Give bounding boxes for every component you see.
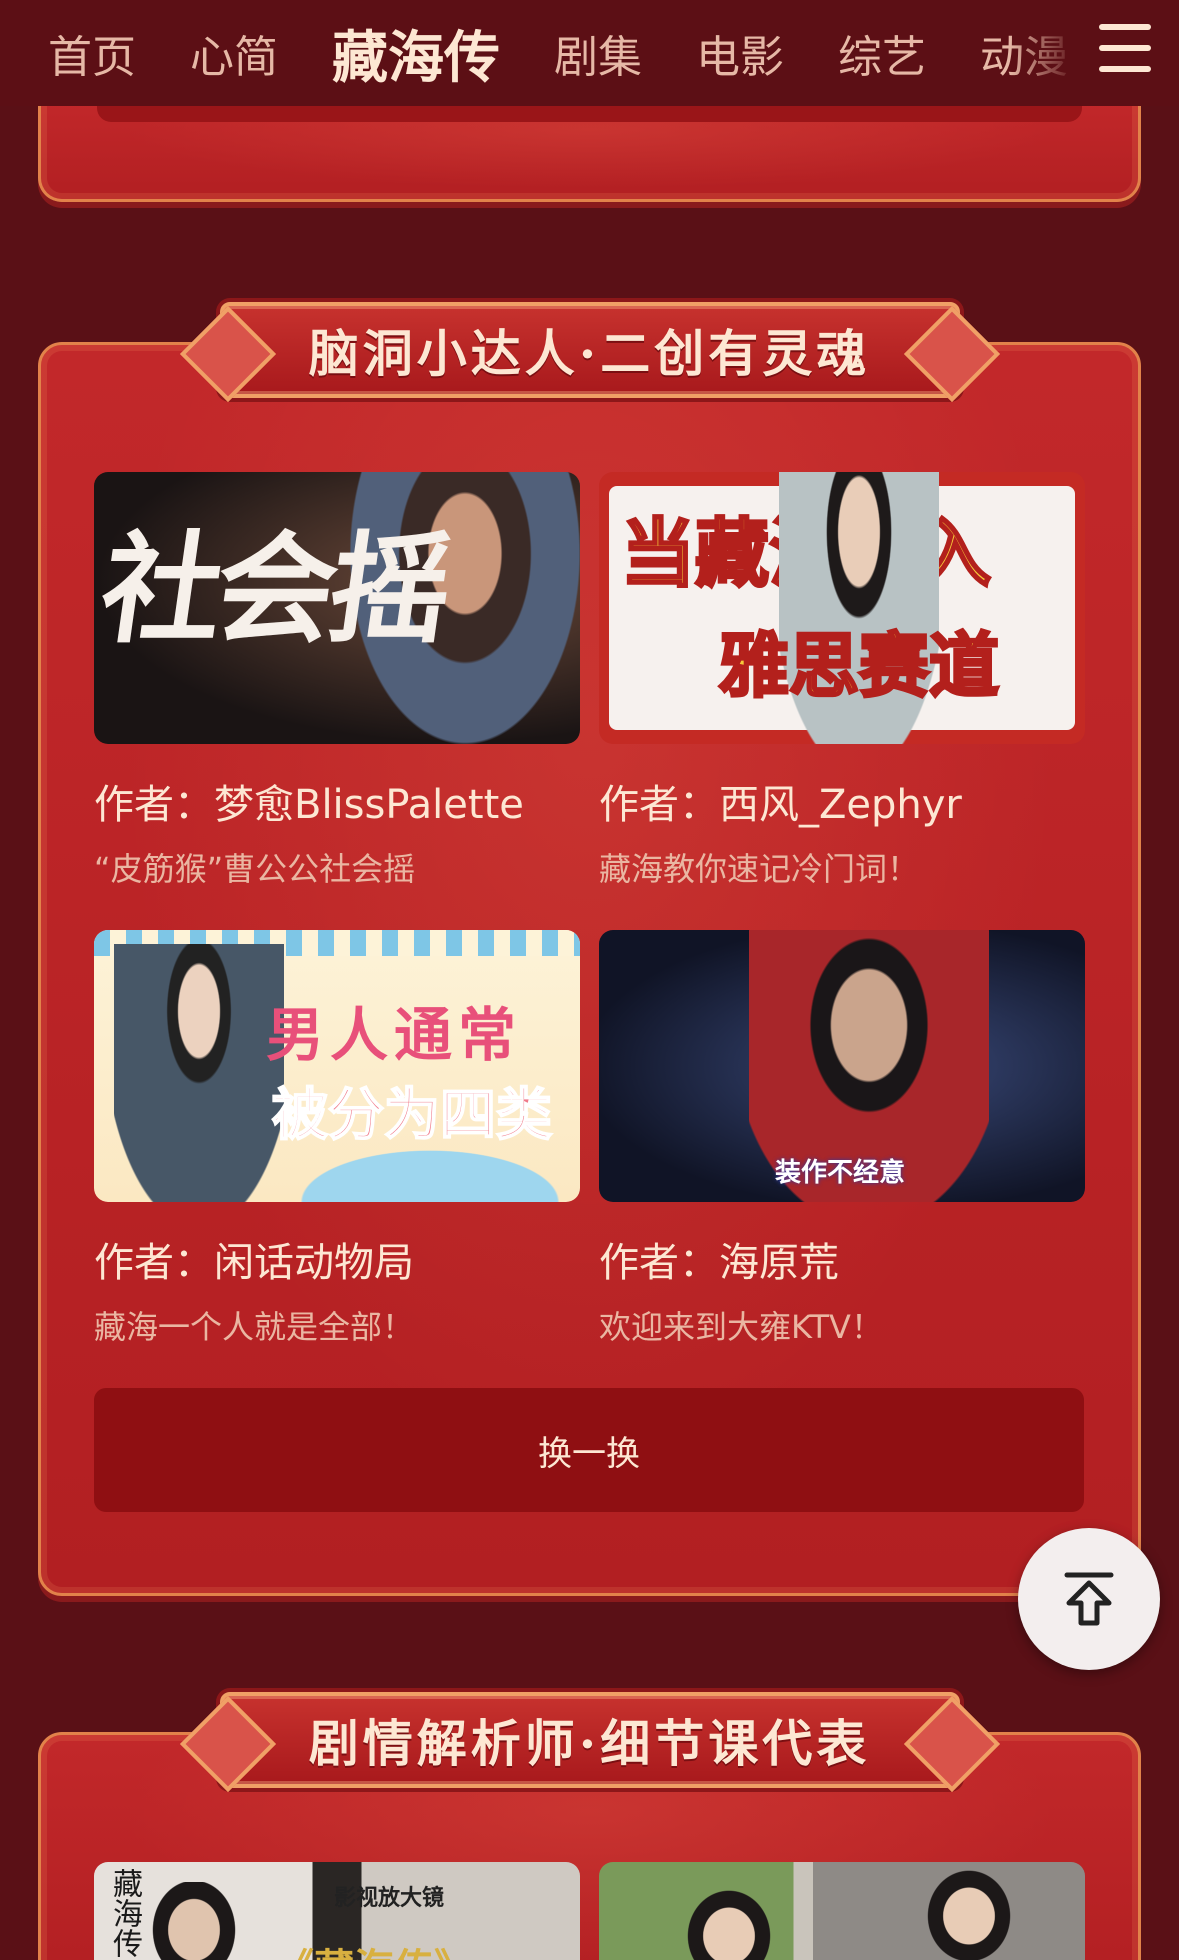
card-description: 欢迎来到大雍KTV！	[599, 1308, 883, 1346]
video-thumbnail[interactable]	[599, 1862, 1085, 1960]
section-title: 脑洞小达人·二创有灵魂	[308, 324, 871, 383]
video-thumbnail[interactable]: 装作不经意	[599, 930, 1085, 1202]
nav-tab-variety[interactable]: 综艺	[838, 21, 926, 85]
thumbnail-caption: 雅思赛道	[718, 624, 1001, 709]
hamburger-menu-icon[interactable]	[1099, 24, 1151, 72]
nav-fade	[1009, 0, 1099, 106]
card-author: 作者：梦愈BlissPalette	[94, 782, 524, 828]
video-thumbnail[interactable]: 当藏海闯入 雅思赛道	[599, 472, 1085, 744]
thumbnail-cloud	[280, 1142, 580, 1202]
thumbnail-figure	[134, 1882, 254, 1960]
thumbnail-figure	[669, 1882, 789, 1960]
thumbnail-caption: 男人通常	[266, 1001, 523, 1069]
video-thumbnail[interactable]: 社会摇	[94, 472, 580, 744]
thumbnail-caption: 被分为四类	[271, 1082, 553, 1149]
top-nav: 首页 心简 藏海传 剧集 电影 综艺 动漫	[0, 0, 1179, 106]
thumbnail-caption: 社会摇	[94, 521, 455, 660]
video-thumbnail[interactable]: 藏海传 影视放大镜 《藏海传》	[94, 1862, 580, 1960]
card-author: 作者：西风_Zephyr	[599, 782, 962, 828]
nav-tab-movies[interactable]: 电影	[696, 21, 784, 85]
card-description: 藏海教你速记冷门词！	[599, 850, 920, 888]
card-author: 作者：海原荒	[599, 1240, 839, 1286]
nav-tab-series[interactable]: 剧集	[554, 21, 642, 85]
thumbnail-figure	[909, 1862, 1029, 1960]
thumbnail-caption: 影视放大镜	[334, 1886, 445, 1911]
refresh-button[interactable]: 换一换	[94, 1388, 1084, 1512]
back-to-top-icon	[1064, 1572, 1114, 1626]
card-author: 作者：闲话动物局	[94, 1240, 414, 1286]
section-title: 剧情解析师·细节课代表	[308, 1714, 871, 1773]
back-to-top-button[interactable]	[1018, 1528, 1160, 1670]
thumbnail-subtitle: 装作不经意	[775, 1158, 906, 1188]
video-thumbnail[interactable]: 男人通常 被分为四类	[94, 930, 580, 1202]
nav-tab-home[interactable]: 首页	[48, 21, 136, 85]
video-card[interactable]: 装作不经意 作者：海原荒 欢迎来到大雍KTV！	[599, 930, 1085, 1348]
nav-tab-canghaizhuan[interactable]: 藏海传	[332, 13, 500, 94]
video-card[interactable]: 当藏海闯入 雅思赛道 作者：西风_Zephyr 藏海教你速记冷门词！	[599, 472, 1085, 890]
creative-section-banner: 脑洞小达人·二创有灵魂	[219, 302, 960, 398]
thumbnail-caption: 《藏海传》	[274, 1936, 474, 1960]
analysis-section-banner: 剧情解析师·细节课代表	[219, 1692, 960, 1788]
thumbnail-figure	[114, 944, 284, 1202]
card-description: 藏海一个人就是全部！	[94, 1308, 415, 1346]
video-card[interactable]: 男人通常 被分为四类 作者：闲话动物局 藏海一个人就是全部！	[94, 930, 580, 1348]
nav-tab-xinjian[interactable]: 心简	[190, 21, 278, 85]
card-description: “皮筋猴”曹公公社会摇	[94, 850, 416, 888]
video-card[interactable]: 社会摇 作者：梦愈BlissPalette “皮筋猴”曹公公社会摇	[94, 472, 580, 890]
previous-section-panel	[38, 100, 1141, 202]
